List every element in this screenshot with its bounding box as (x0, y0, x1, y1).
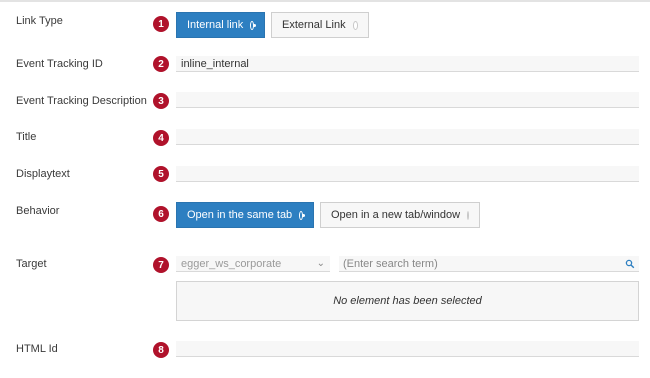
event-tracking-id-label: Event Tracking ID (16, 58, 103, 70)
radio-selected-icon (299, 210, 305, 220)
badge-6: 6 (153, 206, 169, 222)
event-tracking-id-input[interactable] (176, 56, 639, 72)
open-new-tab-label: Open in a new tab/window (331, 209, 461, 221)
internal-link-option[interactable]: Internal link (176, 12, 265, 38)
badge-5: 5 (153, 166, 169, 182)
search-icon[interactable] (625, 259, 635, 269)
top-divider (0, 0, 650, 2)
target-select[interactable]: egger_ws_corporate ⌄ (176, 256, 330, 272)
external-link-label: External Link (282, 19, 346, 31)
title-input[interactable] (176, 129, 639, 145)
displaytext-label: Displaytext (16, 168, 70, 180)
target-search-input[interactable]: (Enter search term) (339, 256, 639, 272)
behavior-label: Behavior (16, 205, 60, 217)
selected-element-box: No element has been selected (176, 281, 639, 321)
badge-7: 7 (153, 257, 169, 273)
displaytext-input[interactable] (176, 166, 639, 182)
title-label: Title (16, 131, 37, 143)
open-new-tab-option[interactable]: Open in a new tab/window (320, 202, 480, 228)
open-same-tab-label: Open in the same tab (187, 209, 293, 221)
open-same-tab-option[interactable]: Open in the same tab (176, 202, 314, 228)
chevron-down-icon: ⌄ (316, 258, 325, 269)
link-type-label: Link Type (16, 15, 63, 27)
internal-link-label: Internal link (187, 19, 244, 31)
radio-unselected-icon (352, 20, 358, 30)
html-id-input[interactable] (176, 341, 639, 357)
badge-2: 2 (153, 56, 169, 72)
html-id-label: HTML Id (16, 343, 58, 355)
target-search-placeholder: (Enter search term) (343, 258, 438, 270)
event-tracking-description-label: Event Tracking Description (16, 95, 147, 107)
badge-8: 8 (153, 342, 169, 358)
radio-unselected-icon (467, 210, 470, 220)
radio-selected-icon (250, 20, 256, 30)
badge-1: 1 (153, 16, 169, 32)
event-tracking-description-input[interactable] (176, 92, 639, 108)
target-select-value: egger_ws_corporate (181, 258, 282, 270)
badge-4: 4 (153, 130, 169, 146)
empty-selection-message: No element has been selected (333, 295, 482, 307)
badge-3: 3 (153, 93, 169, 109)
external-link-option[interactable]: External Link (271, 12, 369, 38)
target-label: Target (16, 258, 47, 270)
